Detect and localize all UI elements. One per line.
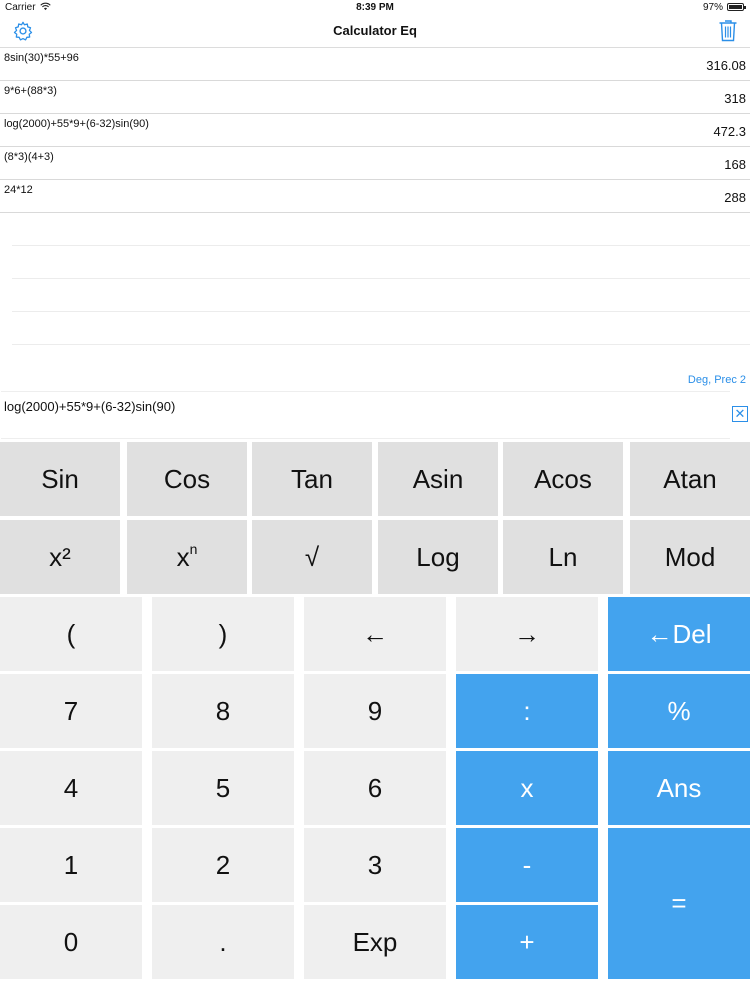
empty-row	[12, 213, 750, 246]
history-result: 472.3	[713, 124, 746, 139]
equals-button[interactable]: =	[608, 828, 750, 979]
empty-row	[12, 246, 750, 279]
plus-button[interactable]: +	[456, 905, 598, 979]
power-base: x	[176, 541, 190, 572]
history-row[interactable]: 24*12 288	[0, 180, 750, 213]
sin-button[interactable]: Sin	[0, 442, 120, 516]
cos-button[interactable]: Cos	[127, 442, 247, 516]
power-button[interactable]: xn	[127, 520, 247, 594]
divide-button[interactable]: :	[456, 674, 598, 748]
nav-bar: Calculator Eq	[0, 16, 750, 48]
minus-button[interactable]: -	[456, 828, 598, 902]
decimal-point-button[interactable]: .	[152, 905, 294, 979]
delete-button[interactable]: ←Del	[608, 597, 750, 671]
digit-1-button[interactable]: 1	[0, 828, 142, 902]
history-expression: (8*3)(4+3)	[4, 151, 54, 163]
expression-input[interactable]: log(2000)+55*9+(6-32)sin(90)	[1, 391, 730, 439]
history-expression: 9*6+(88*3)	[4, 85, 57, 97]
clock: 8:39 PM	[356, 2, 394, 13]
history-result: 168	[724, 157, 746, 172]
history-expression: 8sin(30)*55+96	[4, 52, 79, 64]
battery-percent: 97%	[702, 2, 723, 13]
battery-icon	[727, 3, 746, 11]
digit-9-button[interactable]: 9	[304, 674, 446, 748]
ans-button[interactable]: Ans	[608, 751, 750, 825]
atan-button[interactable]: Atan	[630, 442, 750, 516]
history-list: 8sin(30)*55+96 316.08 9*6+(88*3) 318 log…	[0, 48, 750, 378]
angle-precision-mode[interactable]: Deg, Prec 2	[688, 374, 746, 386]
mod-button[interactable]: Mod	[630, 520, 750, 594]
expression-text: log(2000)+55*9+(6-32)sin(90)	[4, 399, 176, 414]
history-row[interactable]: 9*6+(88*3) 318	[0, 81, 750, 114]
exp-button[interactable]: Exp	[304, 905, 446, 979]
history-row[interactable]: 8sin(30)*55+96 316.08	[0, 48, 750, 81]
empty-row	[12, 312, 750, 345]
digit-3-button[interactable]: 3	[304, 828, 446, 902]
clear-input-button[interactable]: ✕	[732, 406, 748, 422]
cursor-right-button[interactable]: →	[456, 597, 598, 671]
history-expression: log(2000)+55*9+(6-32)sin(90)	[4, 118, 149, 130]
asin-button[interactable]: Asin	[378, 442, 498, 516]
sqrt-button[interactable]: √	[252, 520, 372, 594]
history-result: 316.08	[706, 58, 746, 73]
digit-6-button[interactable]: 6	[304, 751, 446, 825]
percent-button[interactable]: %	[608, 674, 750, 748]
history-row[interactable]: (8*3)(4+3) 168	[0, 147, 750, 180]
digit-2-button[interactable]: 2	[152, 828, 294, 902]
history-result: 318	[724, 91, 746, 106]
square-button[interactable]: x²	[0, 520, 120, 594]
power-exponent: n	[189, 541, 198, 557]
digit-8-button[interactable]: 8	[152, 674, 294, 748]
history-expression: 24*12	[4, 184, 33, 196]
digit-5-button[interactable]: 5	[152, 751, 294, 825]
multiply-button[interactable]: x	[456, 751, 598, 825]
status-bar: Carrier 8:39 PM 97%	[0, 0, 750, 16]
left-paren-button[interactable]: (	[0, 597, 142, 671]
keypad: Sin Cos Tan Asin Acos Atan x² xn √ Log L…	[0, 442, 750, 1000]
log-button[interactable]: Log	[378, 520, 498, 594]
digit-0-button[interactable]: 0	[0, 905, 142, 979]
right-paren-button[interactable]: )	[152, 597, 294, 671]
page-title: Calculator Eq	[333, 23, 417, 38]
digit-4-button[interactable]: 4	[0, 751, 142, 825]
acos-button[interactable]: Acos	[503, 442, 623, 516]
empty-row	[12, 279, 750, 312]
ln-button[interactable]: Ln	[503, 520, 623, 594]
digit-7-button[interactable]: 7	[0, 674, 142, 748]
tan-button[interactable]: Tan	[252, 442, 372, 516]
trash-icon[interactable]	[718, 19, 738, 42]
history-result: 288	[724, 190, 746, 205]
history-row[interactable]: log(2000)+55*9+(6-32)sin(90) 472.3	[0, 114, 750, 147]
cursor-left-button[interactable]: ←	[304, 597, 446, 671]
